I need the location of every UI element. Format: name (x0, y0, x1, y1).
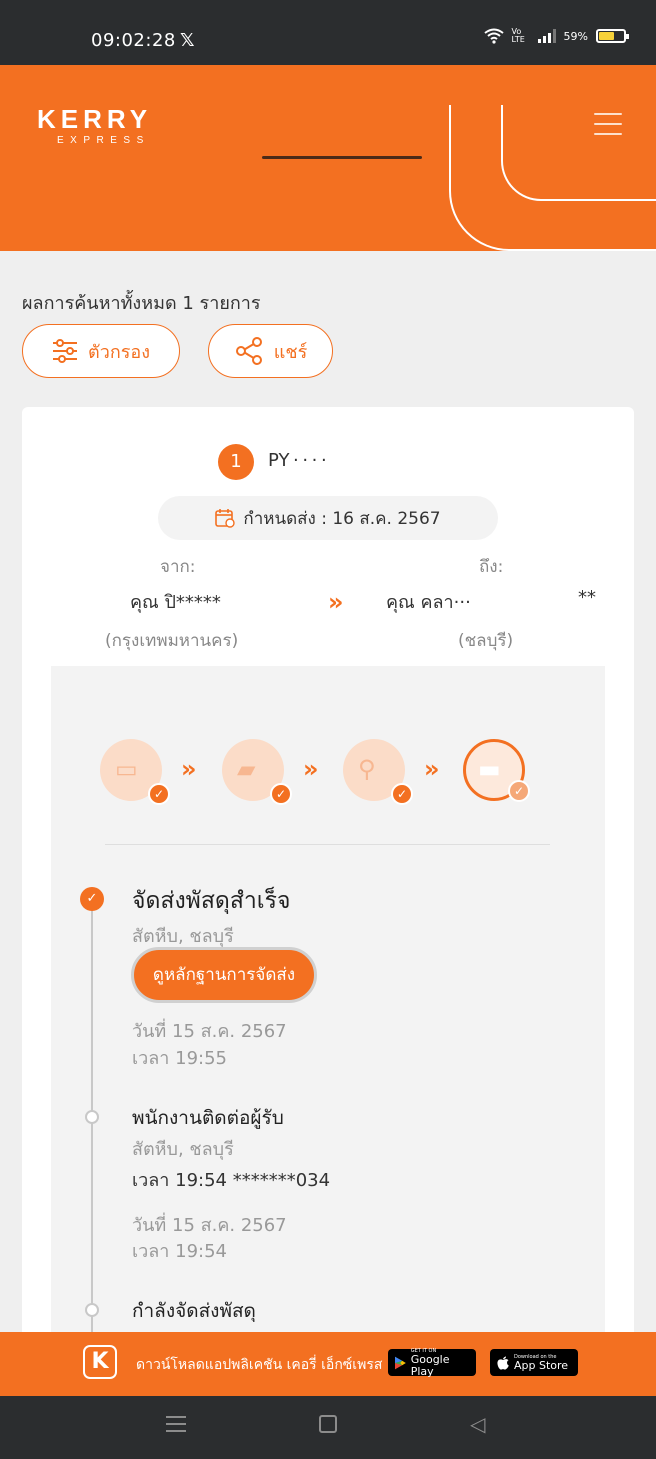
sender-name: คุณ ปิ***** (130, 592, 221, 613)
app-download-banner: K ดาวน์โหลดแอปพลิเคชัน เคอรี่ เอ็กซ์เพรส… (0, 1332, 656, 1396)
event-time: เวลา 19:54 (132, 1241, 227, 1262)
event-title: กำลังจัดส่งพัสดุ (132, 1300, 256, 1322)
due-date-pill: กำหนดส่ง : 16 ส.ค. 2567 (158, 496, 498, 540)
x-app-icon: 𝕏 (180, 30, 195, 51)
google-play-icon (395, 1356, 406, 1369)
receiver-city: (ชลบุรี) (458, 631, 514, 651)
battery-icon (596, 29, 629, 43)
logo-sub-text: EXPRESS (57, 135, 150, 146)
google-play-label: Google Play (410, 1352, 450, 1378)
step-arrow-icon: » (181, 755, 197, 783)
event-title: จัดส่งพัสดุสำเร็จ (132, 888, 291, 914)
battery-percent: 59% (563, 29, 588, 43)
wifi-icon (483, 28, 504, 44)
back-icon[interactable]: ◁ (470, 1412, 485, 1436)
status-icons: Vo LTE 59% (483, 27, 629, 44)
step-arrow-icon: » (424, 755, 440, 783)
from-label: จาก: (160, 557, 196, 577)
system-nav-bar: ◁ (0, 1396, 656, 1459)
scooter-icon: ⚲ ✓ (343, 739, 413, 805)
app-store-button[interactable]: Download on the App Store (490, 1349, 578, 1376)
check-icon: ✓ (148, 783, 170, 805)
google-play-button[interactable]: GET IT ON Google Play (388, 1348, 476, 1378)
share-icon (235, 337, 262, 365)
app-store-label: App Store (514, 1358, 569, 1372)
truck-icon: ▰ ✓ (222, 739, 292, 805)
filter-sliders-icon (53, 339, 78, 363)
to-label: ถึง: (479, 557, 504, 577)
divider (105, 844, 550, 845)
filter-button[interactable]: ตัวกรอง (22, 324, 180, 378)
route-arrow-icon: » (328, 588, 344, 616)
calendar-icon (215, 509, 236, 528)
check-circle-icon: ✓ (80, 887, 104, 911)
volte-label: Vo LTE (511, 27, 525, 44)
event-location: สัตหีบ, ชลบุรี (132, 1139, 234, 1160)
home-icon[interactable] (319, 1415, 337, 1433)
receiver-name: คุณ คลา··· (386, 592, 471, 613)
site-header: KERRY EXPRESS (0, 65, 656, 251)
share-label: แชร์ (273, 341, 308, 363)
header-arc-decoration (501, 105, 656, 201)
event-date: วันที่ 15 ส.ค. 2567 (132, 1021, 287, 1042)
sender-city: (กรุงเทพมหานคร) (105, 631, 239, 651)
step-arrow-icon: » (303, 755, 319, 783)
shipment-index-badge: 1 (218, 444, 254, 480)
event-title: พนักงานติดต่อผู้รับ (132, 1107, 284, 1129)
header-decoration (262, 156, 422, 159)
event-time: เวลา 19:55 (132, 1048, 227, 1069)
tracking-number: PY · · · · (268, 450, 327, 471)
package-pickup-icon: ▭ ✓ (100, 739, 170, 805)
recent-apps-icon[interactable] (166, 1416, 186, 1434)
status-bar: 09:02:28 𝕏 Vo LTE 59% (0, 0, 656, 65)
view-delivery-proof-button[interactable]: ดูหลักฐานการจัดส่ง (131, 947, 317, 1003)
event-location: สัตหีบ, ชลบุรี (132, 926, 234, 947)
event-note: เวลา 19:54 *******034 (132, 1170, 331, 1191)
logo-main-text: KERRY (37, 104, 153, 134)
apple-icon (497, 1356, 509, 1370)
timeline-dot (85, 1303, 99, 1317)
signal-icon (537, 29, 556, 43)
receiver-name-mask: ** (578, 587, 596, 608)
due-date-text: กำหนดส่ง : 16 ส.ค. 2567 (243, 508, 441, 529)
kerry-logo[interactable]: KERRY EXPRESS (37, 105, 152, 146)
results-summary: ผลการค้นหาทั้งหมด 1 รายการ (22, 293, 261, 314)
check-icon: ✓ (508, 780, 530, 802)
filter-label: ตัวกรอง (88, 341, 150, 363)
timeline-dot (85, 1110, 99, 1124)
share-button[interactable]: แชร์ (208, 324, 333, 378)
app-download-text: ดาวน์โหลดแอปพลิเคชัน เคอรี่ เอ็กซ์เพรส (136, 1357, 383, 1373)
check-icon: ✓ (270, 783, 292, 805)
check-icon: ✓ (391, 783, 413, 805)
delivered-box-icon: ▬ ✓ (463, 739, 530, 802)
kerry-app-icon: K (83, 1345, 117, 1379)
clock: 09:02:28 (91, 30, 176, 51)
event-date: วันที่ 15 ส.ค. 2567 (132, 1215, 287, 1236)
